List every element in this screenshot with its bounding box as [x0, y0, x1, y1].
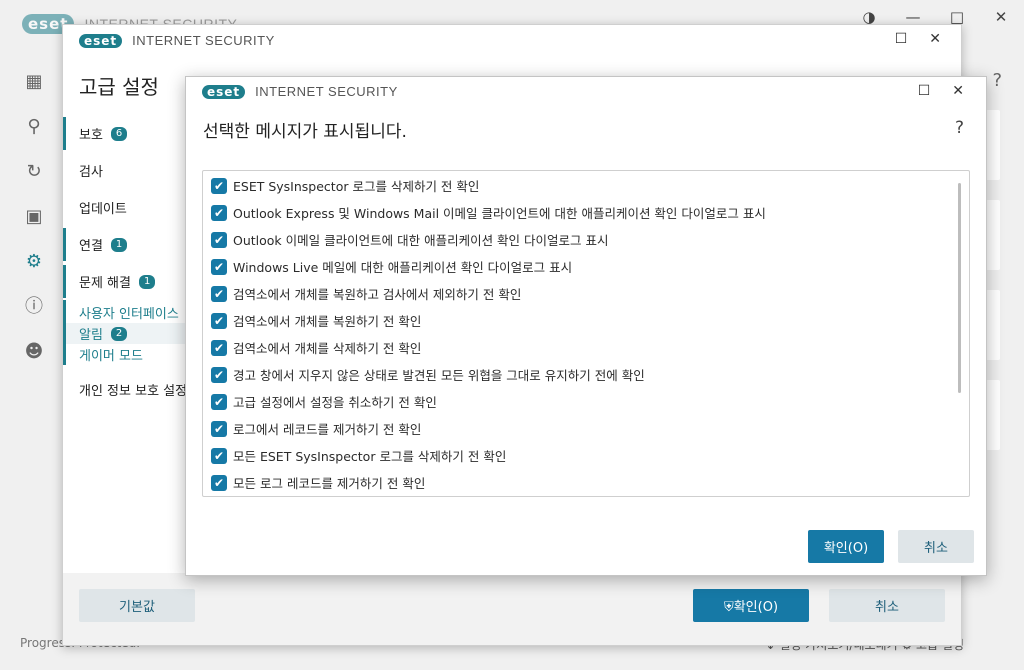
- checkbox-checked-icon[interactable]: ✔: [211, 447, 227, 464]
- list-item-label: 고급 설정에서 설정을 취소하기 전 확인: [233, 395, 437, 410]
- dialog-ok-button[interactable]: 확인(O): [808, 530, 884, 563]
- checkbox-checked-icon[interactable]: ✔: [211, 420, 227, 437]
- list-item[interactable]: ✔ Outlook Express 및 Windows Mail 이메일 클라이언…: [203, 199, 969, 226]
- update-icon[interactable]: ↻: [22, 160, 46, 184]
- dialog-titlebar: eset INTERNET SECURITY: [202, 84, 398, 99]
- content-card: [986, 110, 1000, 180]
- nav-item-privacy[interactable]: 개인 정보 보호 설정: [63, 371, 193, 408]
- checkbox-checked-icon[interactable]: ✔: [211, 177, 227, 194]
- list-scrollbar[interactable]: [958, 183, 961, 393]
- dialog-cancel-button[interactable]: 취소: [898, 530, 974, 563]
- nav-item-update[interactable]: 업데이트: [63, 189, 193, 226]
- content-card: [986, 380, 1000, 450]
- list-item[interactable]: ✔ Outlook 이메일 클라이언트에 대한 애플리케이션 확인 다이얼로그 표…: [203, 226, 969, 253]
- help-icon[interactable]: ⓘ: [22, 295, 46, 319]
- nav-item-label: 개인 정보 보호 설정: [79, 384, 188, 399]
- checkbox-checked-icon[interactable]: ✔: [211, 231, 227, 248]
- account-icon[interactable]: ☻: [22, 340, 46, 364]
- help-icon[interactable]: ?: [955, 118, 964, 138]
- nav-badge: 1: [138, 274, 156, 289]
- ok-button[interactable]: ⛨확인(O): [693, 589, 809, 622]
- advanced-setup-nav: 보호 6 검사 업데이트 연결 1 문제 해결 1 사용자 인터페이스 알림 2…: [63, 115, 193, 408]
- nav-item-label: 문제 해결: [79, 276, 131, 291]
- list-item-label: ESET SysInspector 로그를 삭제하기 전 확인: [233, 179, 480, 194]
- list-item-label: 모든 로그 레코드를 제거하기 전 확인: [233, 476, 426, 491]
- checkbox-checked-icon[interactable]: ✔: [211, 393, 227, 410]
- list-item[interactable]: ✔ 검역소에서 개체를 복원하고 검사에서 제외하기 전 확인: [203, 280, 969, 307]
- cancel-button[interactable]: 취소: [829, 589, 945, 622]
- list-item[interactable]: ✔ 모든 ESET SysInspector 로그를 삭제하기 전 확인: [203, 442, 969, 469]
- nav-item-label: 검사: [79, 165, 103, 180]
- close-icon[interactable]: ✕: [929, 31, 941, 47]
- nav-item-label: 알림: [79, 328, 103, 343]
- advanced-window-controls: ☐ ✕: [895, 31, 941, 47]
- eset-logo: eset: [202, 84, 246, 99]
- list-item[interactable]: ✔ Windows Live 메일에 대한 애플리케이션 확인 다이얼로그 표시: [203, 253, 969, 280]
- list-item[interactable]: ✔ 검역소에서 개체를 복원하기 전 확인: [203, 307, 969, 334]
- maximize-icon[interactable]: ☐: [918, 83, 931, 99]
- list-item[interactable]: ✔ 로그에서 레코드를 제거하기 전 확인: [203, 415, 969, 442]
- close-icon[interactable]: ✕: [992, 8, 1010, 26]
- list-item-label: 모든 ESET SysInspector 로그를 삭제하기 전 확인: [233, 449, 507, 464]
- main-help-icon[interactable]: ?: [992, 70, 1002, 91]
- content-card: [986, 200, 1000, 270]
- maximize-icon[interactable]: ☐: [895, 31, 908, 47]
- nav-item-protection[interactable]: 보호 6: [63, 115, 193, 152]
- nav-item-gamer-mode[interactable]: 게이머 모드: [63, 344, 193, 365]
- close-icon[interactable]: ✕: [952, 83, 964, 99]
- checkbox-checked-icon[interactable]: ✔: [211, 366, 227, 383]
- list-item[interactable]: ✔ ESET SysInspector 로그를 삭제하기 전 확인: [203, 172, 969, 199]
- list-item-label: 로그에서 레코드를 제거하기 전 확인: [233, 422, 422, 437]
- list-item-label: Windows Live 메일에 대한 애플리케이션 확인 다이얼로그 표시: [233, 260, 573, 275]
- list-item-label: 검역소에서 개체를 복원하기 전 확인: [233, 314, 422, 329]
- nav-badge: 1: [110, 237, 128, 252]
- main-content-cards: [986, 110, 1000, 470]
- message-list: ✔ ESET SysInspector 로그를 삭제하기 전 확인 ✔ Outloo…: [202, 170, 970, 497]
- nav-badge: 2: [110, 326, 128, 341]
- eset-logo: eset: [79, 33, 123, 48]
- main-sidebar: ▦ ⚲ ↻ ▣ ⚙ ⓘ ☻: [22, 70, 46, 364]
- nav-item-scan[interactable]: 검사: [63, 152, 193, 189]
- list-item-label: Outlook Express 및 Windows Mail 이메일 클라이언트…: [233, 206, 766, 221]
- nav-item-label: 업데이트: [79, 202, 127, 217]
- list-item[interactable]: ✔ 고급 설정에서 설정을 취소하기 전 확인: [203, 388, 969, 415]
- setup-icon[interactable]: ⚙: [22, 250, 46, 274]
- checkbox-checked-icon[interactable]: ✔: [211, 204, 227, 221]
- product-name: INTERNET SECURITY: [255, 84, 398, 99]
- list-item-label: Outlook 이메일 클라이언트에 대한 애플리케이션 확인 다이얼로그 표시: [233, 233, 609, 248]
- notification-messages-dialog: eset INTERNET SECURITY ☐ ✕ 선택한 메시지가 표시됩니…: [185, 76, 987, 576]
- list-item-label: 경고 창에서 지우지 않은 상태로 발견된 모든 위협을 그대로 유지하기 전에…: [233, 368, 645, 383]
- nav-item-label: 보호: [79, 128, 103, 143]
- content-card: [986, 290, 1000, 360]
- nav-item-troubleshooting[interactable]: 문제 해결 1: [63, 263, 193, 300]
- checkbox-checked-icon[interactable]: ✔: [211, 474, 227, 491]
- advanced-setup-footer: 기본값 ⛨확인(O) 취소: [63, 573, 961, 645]
- checkbox-checked-icon[interactable]: ✔: [211, 258, 227, 275]
- dialog-title: 선택한 메시지가 표시됩니다.: [203, 122, 407, 142]
- checkbox-checked-icon[interactable]: ✔: [211, 339, 227, 356]
- list-item[interactable]: ✔ 검역소에서 개체를 삭제하기 전 확인: [203, 334, 969, 361]
- checkbox-checked-icon[interactable]: ✔: [211, 285, 227, 302]
- default-button[interactable]: 기본값: [79, 589, 195, 622]
- advanced-setup-titlebar: eset INTERNET SECURITY: [79, 33, 275, 48]
- product-name: INTERNET SECURITY: [132, 33, 275, 48]
- nav-item-label: 연결: [79, 239, 103, 254]
- list-item-label: 검역소에서 개체를 삭제하기 전 확인: [233, 341, 422, 356]
- list-item-label: 검역소에서 개체를 복원하고 검사에서 제외하기 전 확인: [233, 287, 522, 302]
- tools-icon[interactable]: ▣: [22, 205, 46, 229]
- nav-item-user-interface[interactable]: 사용자 인터페이스: [63, 302, 193, 323]
- nav-item-notifications[interactable]: 알림 2: [63, 323, 193, 344]
- page-title: 고급 설정: [79, 75, 159, 99]
- nav-item-connectivity[interactable]: 연결 1: [63, 226, 193, 263]
- nav-group-user-interface: 사용자 인터페이스 알림 2 게이머 모드: [63, 300, 193, 365]
- checkbox-checked-icon[interactable]: ✔: [211, 312, 227, 329]
- list-item[interactable]: ✔ 경고 창에서 지우지 않은 상태로 발견된 모든 위협을 그대로 유지하기 전…: [203, 361, 969, 388]
- nav-badge: 6: [110, 126, 128, 141]
- list-item[interactable]: ✔ 모든 로그 레코드를 제거하기 전 확인: [203, 469, 969, 496]
- overview-icon[interactable]: ▦: [22, 70, 46, 94]
- scan-icon[interactable]: ⚲: [22, 115, 46, 139]
- dialog-window-controls: ☐ ✕: [918, 83, 964, 99]
